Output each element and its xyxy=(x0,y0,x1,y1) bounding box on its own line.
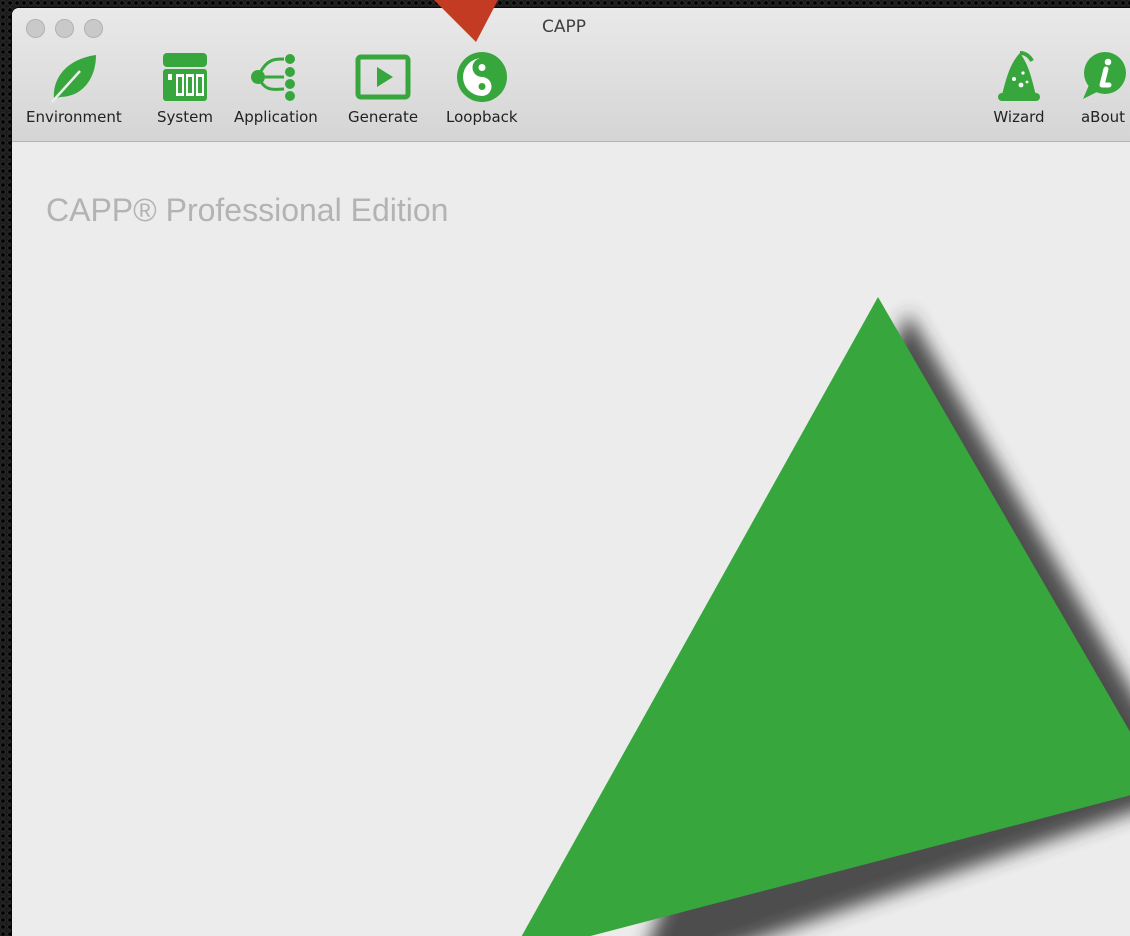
window-title: CAPP xyxy=(542,17,587,37)
toolbar-environment[interactable]: Environment xyxy=(26,46,122,126)
toolbar-label: aBout xyxy=(1080,108,1126,126)
toolbar-label: Environment xyxy=(26,108,122,126)
toolbar-label: Application xyxy=(234,108,318,126)
toolbar-system[interactable]: System xyxy=(154,46,216,126)
close-button[interactable] xyxy=(26,19,45,38)
leaf-icon xyxy=(43,46,105,108)
toolbar-application[interactable]: Application xyxy=(234,46,318,126)
toolbar-generate[interactable]: Generate xyxy=(348,46,418,126)
titlebar: CAPP Environment System Application Gene… xyxy=(12,8,1130,142)
flow-diagram-icon xyxy=(245,46,307,108)
wizard-hat-icon xyxy=(988,46,1050,108)
toolbar-about[interactable]: aBout xyxy=(1072,46,1130,126)
main-content: CAPP® Professional Edition xyxy=(12,142,1130,936)
green-triangle-logo xyxy=(521,297,1130,936)
toolbar-label: System xyxy=(157,108,213,126)
toolbar-label: Wizard xyxy=(993,108,1045,126)
play-icon xyxy=(352,46,414,108)
server-icon xyxy=(154,46,216,108)
toolbar-label: Generate xyxy=(348,108,419,126)
toolbar-loopback[interactable]: Loopback xyxy=(446,46,518,126)
window-controls xyxy=(26,19,103,38)
yin-yang-icon xyxy=(451,46,513,108)
zoom-button[interactable] xyxy=(84,19,103,38)
minimize-button[interactable] xyxy=(55,19,74,38)
toolbar-label: Loopback xyxy=(446,108,518,126)
app-window: CAPP Environment System Application Gene… xyxy=(12,8,1130,936)
info-bubble-icon xyxy=(1072,46,1130,108)
toolbar-wizard[interactable]: Wizard xyxy=(988,46,1050,126)
